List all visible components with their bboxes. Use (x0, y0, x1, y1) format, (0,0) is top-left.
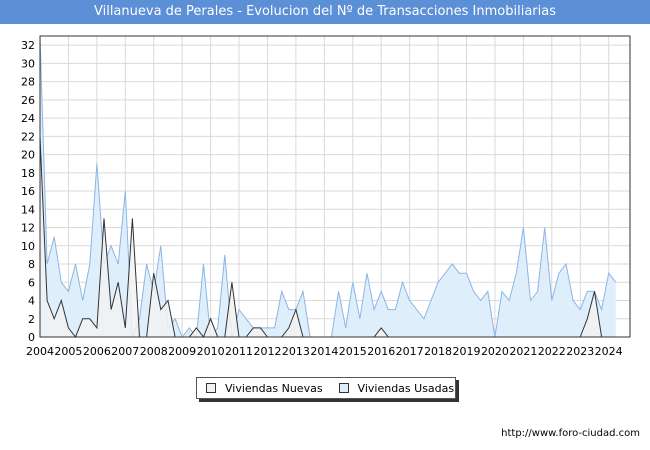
x-tick-label: 2017 (396, 345, 424, 358)
x-tick-label: 2014 (310, 345, 338, 358)
x-tick-label: 2023 (566, 345, 594, 358)
legend-swatch-nuevas (206, 383, 216, 393)
x-tick-label: 2004 (26, 345, 54, 358)
x-tick-label: 2024 (595, 345, 623, 358)
y-tick-label: 32 (21, 39, 35, 52)
y-tick-label: 2 (28, 313, 35, 326)
y-tick-label: 30 (21, 57, 35, 70)
y-tick-label: 16 (21, 185, 35, 198)
legend: Viviendas Nuevas Viviendas Usadas (196, 377, 456, 399)
y-tick-label: 8 (28, 258, 35, 271)
y-tick-label: 0 (28, 331, 35, 344)
y-tick-label: 20 (21, 149, 35, 162)
x-tick-label: 2013 (282, 345, 310, 358)
legend-item-nuevas: Viviendas Nuevas (206, 382, 323, 395)
y-tick-label: 14 (21, 203, 35, 216)
x-tick-label: 2009 (168, 345, 196, 358)
x-tick-label: 2022 (538, 345, 566, 358)
legend-label-usadas: Viviendas Usadas (357, 381, 455, 395)
x-tick-label: 2007 (111, 345, 139, 358)
x-tick-label: 2018 (424, 345, 452, 358)
x-axis-ticks: 2004 2005 2006 2007 2008 2009 2010 2011 2012 2013… (26, 345, 623, 358)
legend-item-usadas: Viviendas Usadas (338, 381, 455, 395)
y-axis-ticks: 02468101214161820222426283032 (21, 39, 35, 344)
footer-url: http://www.foro-ciudad.com (501, 428, 640, 439)
x-tick-label: 2010 (197, 345, 225, 358)
y-tick-label: 24 (21, 112, 35, 125)
legend-swatch-usadas (338, 383, 349, 393)
y-tick-label: 12 (21, 222, 35, 235)
x-tick-label: 2006 (83, 345, 111, 358)
x-tick-label: 2015 (339, 345, 367, 358)
x-tick-label: 2019 (453, 345, 481, 358)
y-tick-label: 4 (28, 295, 35, 308)
x-tick-label: 2008 (140, 345, 168, 358)
y-tick-label: 10 (21, 240, 35, 253)
x-tick-label: 2011 (225, 345, 253, 358)
y-tick-label: 28 (21, 76, 35, 89)
y-tick-label: 22 (21, 130, 35, 143)
y-tick-label: 6 (28, 276, 35, 289)
x-tick-label: 2005 (54, 345, 82, 358)
x-tick-label: 2021 (509, 345, 537, 358)
y-tick-label: 26 (21, 94, 35, 107)
legend-label-nuevas: Viviendas Nuevas (225, 381, 323, 395)
x-tick-label: 2016 (367, 345, 395, 358)
x-tick-label: 2020 (481, 345, 509, 358)
y-tick-label: 18 (21, 167, 35, 180)
x-tick-label: 2012 (253, 345, 281, 358)
